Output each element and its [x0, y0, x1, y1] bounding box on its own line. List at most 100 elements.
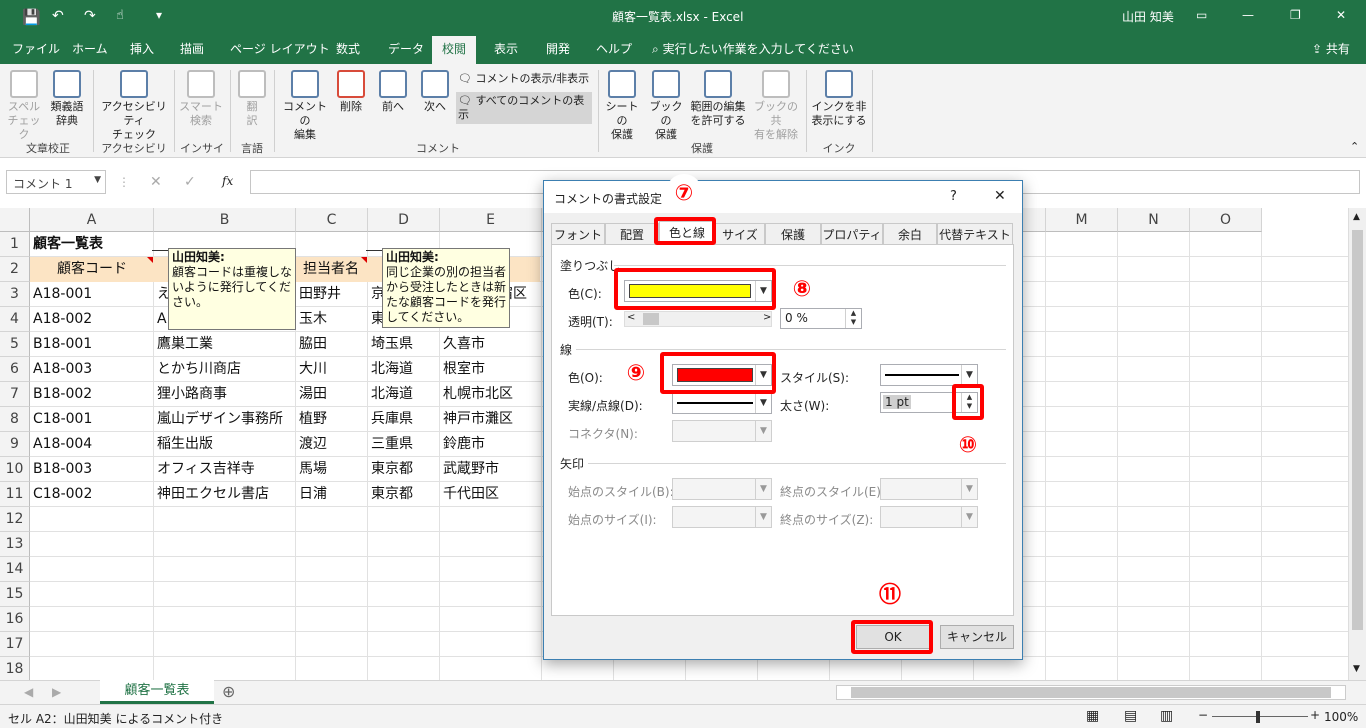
table-cell[interactable]: 北海道 [368, 357, 440, 382]
table-cell[interactable]: 植野 [296, 407, 368, 432]
normal-view-icon[interactable]: ▦ [1086, 708, 1099, 724]
column-header[interactable]: B [154, 208, 296, 232]
hide-ink-button[interactable]: インクを非 表示にする [810, 70, 868, 128]
touch-mode-icon[interactable]: ☝ [116, 8, 124, 23]
tab-alt-text[interactable]: 代替テキスト [937, 223, 1013, 245]
table-cell[interactable]: 神田エクセル書店 [154, 482, 296, 507]
table-cell[interactable]: 大川 [296, 357, 368, 382]
header-cell[interactable]: 担当者名 [296, 257, 366, 282]
horizontal-scrollbar[interactable] [836, 685, 1346, 700]
row-header[interactable]: 10 [0, 457, 30, 482]
tab-data[interactable]: データ [388, 40, 424, 57]
table-cell[interactable]: 稲生出版 [154, 432, 296, 457]
vertical-scrollbar[interactable]: ▲ ▼ [1348, 208, 1366, 680]
header-cell[interactable]: 顧客コード [30, 257, 154, 282]
row-header[interactable]: 8 [0, 407, 30, 432]
zoom-slider-thumb[interactable] [1256, 711, 1260, 723]
zoom-out-icon[interactable]: − [1198, 708, 1208, 722]
transparency-input[interactable]: 0 % ▲ ▼ [780, 308, 862, 329]
allow-edit-ranges-button[interactable]: 範囲の編集 を許可する [688, 70, 748, 128]
end-style-dropdown[interactable]: ▼ [880, 478, 978, 500]
table-cell[interactable]: 兵庫県 [368, 407, 440, 432]
show-hide-comment-button[interactable]: 🗨 コメントの表示/非表示 [458, 72, 592, 86]
show-all-comments-button[interactable]: 🗨 すべてのコメントの表示 [456, 92, 592, 124]
restore-icon[interactable]: ❐ [1290, 8, 1301, 22]
thesaurus-button[interactable]: 類義語 辞典 [46, 70, 88, 128]
smart-lookup-button[interactable]: スマート 検索 [178, 70, 224, 128]
column-header[interactable]: O [1190, 208, 1262, 232]
table-cell[interactable]: A18-004 [30, 432, 154, 457]
share-button[interactable]: ⇪ 共有 [1312, 40, 1350, 57]
ribbon-display-icon[interactable]: ▭ [1196, 8, 1207, 22]
table-cell[interactable]: C18-001 [30, 407, 154, 432]
minimize-icon[interactable]: — [1242, 8, 1254, 22]
table-cell[interactable]: 鈴鹿市 [440, 432, 542, 457]
row-header[interactable]: 12 [0, 507, 30, 532]
tab-size[interactable]: サイズ [715, 223, 765, 245]
transparency-slider[interactable]: < > [624, 311, 772, 327]
tab-insert[interactable]: 挿入 [130, 40, 154, 57]
previous-comment-button[interactable]: 前へ [376, 70, 410, 114]
row-header[interactable]: 13 [0, 532, 30, 557]
close-icon[interactable]: ✕ [994, 188, 1006, 204]
customize-qat-icon[interactable]: ▾ [156, 8, 162, 22]
row-header[interactable]: 3 [0, 282, 30, 307]
end-size-dropdown[interactable]: ▼ [880, 506, 978, 528]
table-cell[interactable]: 鷹巣工業 [154, 332, 296, 357]
spinner-icon[interactable]: ▲ ▼ [845, 309, 861, 328]
insert-function-icon[interactable]: fx [222, 174, 233, 188]
table-cell[interactable]: 田野井 [296, 282, 368, 307]
edit-comment-button[interactable]: コメントの 編集 [280, 70, 330, 142]
table-cell[interactable]: A18-002 [30, 307, 154, 332]
scroll-thumb[interactable] [1352, 230, 1363, 630]
next-comment-button[interactable]: 次へ [418, 70, 452, 114]
table-cell[interactable]: 根室市 [440, 357, 542, 382]
tab-font[interactable]: フォント [551, 223, 605, 245]
row-header[interactable]: 15 [0, 582, 30, 607]
column-header[interactable]: E [440, 208, 542, 232]
tab-margins[interactable]: 余白 [883, 223, 937, 245]
table-cell[interactable]: オフィス吉祥寺 [154, 457, 296, 482]
table-cell[interactable]: 埼玉県 [368, 332, 440, 357]
row-header[interactable]: 17 [0, 632, 30, 657]
tab-home[interactable]: ホーム [72, 40, 108, 57]
table-cell[interactable]: 嵐山デザイン事務所 [154, 407, 296, 432]
column-header[interactable]: N [1118, 208, 1190, 232]
slider-thumb[interactable] [643, 313, 659, 325]
tab-page-layout[interactable]: ページ レイアウト [230, 40, 330, 57]
sheet-tab[interactable]: 顧客一覧表 [100, 680, 214, 704]
column-header[interactable]: A [30, 208, 154, 232]
column-header[interactable]: M [1046, 208, 1118, 232]
table-cell[interactable]: 神戸市灘区 [440, 407, 542, 432]
scroll-thumb[interactable] [851, 687, 1331, 698]
select-all-corner[interactable] [0, 208, 30, 232]
translate-button[interactable]: 翻訳 [236, 70, 268, 128]
row-header[interactable]: 14 [0, 557, 30, 582]
tab-view[interactable]: 表示 [494, 40, 518, 57]
tab-draw[interactable]: 描画 [180, 40, 204, 57]
begin-size-dropdown[interactable]: ▼ [672, 506, 772, 528]
row-header[interactable]: 9 [0, 432, 30, 457]
dash-dropdown[interactable]: ▼ [672, 392, 772, 414]
tab-review[interactable]: 校閲 [432, 36, 477, 64]
tab-formulas[interactable]: 数式 [336, 40, 360, 57]
protect-workbook-button[interactable]: ブックの 保護 [646, 70, 686, 142]
table-cell[interactable]: 東京都 [368, 482, 440, 507]
table-cell[interactable]: 湯田 [296, 382, 368, 407]
table-cell[interactable]: 三重県 [368, 432, 440, 457]
table-cell[interactable]: C18-002 [30, 482, 154, 507]
undo-icon[interactable]: ↶ [52, 8, 64, 24]
spelling-button[interactable]: スペル チェック [6, 70, 42, 142]
table-cell[interactable]: A18-001 [30, 282, 154, 307]
tab-help[interactable]: ヘルプ [596, 40, 632, 57]
column-header[interactable]: C [296, 208, 368, 232]
zoom-slider[interactable] [1212, 716, 1308, 717]
line-style-dropdown[interactable]: ▼ [880, 364, 978, 386]
table-cell[interactable]: 日浦 [296, 482, 368, 507]
row-header[interactable]: 18 [0, 657, 30, 682]
cancel-icon[interactable]: ✕ [150, 174, 162, 190]
row-header[interactable]: 7 [0, 382, 30, 407]
next-sheet-icon[interactable]: ▶ [52, 685, 61, 699]
page-layout-view-icon[interactable]: ▤ [1124, 708, 1137, 724]
close-window-icon[interactable]: ✕ [1336, 8, 1346, 22]
